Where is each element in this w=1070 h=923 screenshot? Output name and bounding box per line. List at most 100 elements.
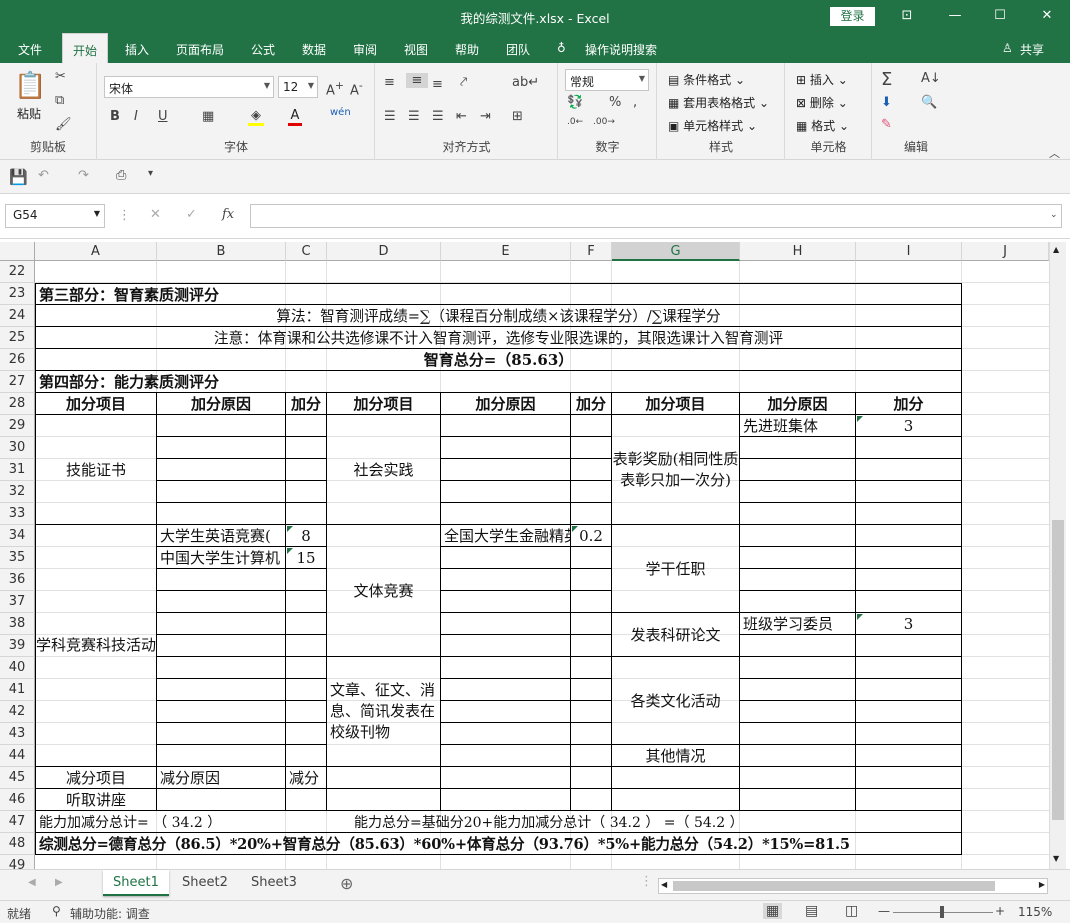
print-preview-icon[interactable]: ⎙: [116, 168, 126, 183]
empty-cell[interactable]: [157, 789, 286, 811]
row-header[interactable]: 40: [0, 657, 35, 679]
horizontal-scrollbar[interactable]: ◀ ▶: [658, 878, 1048, 894]
empty-cell[interactable]: [441, 569, 571, 591]
ribbon-display-icon[interactable]: ⊡: [894, 4, 920, 28]
empty-cell[interactable]: [286, 679, 327, 701]
italic-button[interactable]: I: [134, 109, 138, 124]
menu-data[interactable]: 数据: [302, 41, 326, 58]
decrease-decimal-icon[interactable]: .00→: [593, 117, 615, 127]
menu-team[interactable]: 团队: [506, 41, 530, 58]
skill-cert-cell[interactable]: 技能证书: [35, 415, 157, 525]
add-sheet-icon[interactable]: ⊕: [340, 874, 353, 893]
zoom-out-icon[interactable]: —: [878, 904, 890, 918]
empty-cell[interactable]: [856, 481, 962, 503]
font-color-icon[interactable]: A: [288, 108, 302, 126]
empty-cell[interactable]: [571, 547, 612, 569]
wrap-text-icon[interactable]: ab↵: [512, 75, 539, 90]
cadre-reason-cell[interactable]: 班级学习委员: [740, 613, 856, 635]
number-format-select[interactable]: 常规 ▼: [565, 69, 649, 91]
empty-cell[interactable]: [441, 723, 571, 745]
empty-cell[interactable]: [856, 569, 962, 591]
minimize-icon[interactable]: —: [942, 4, 968, 28]
menu-insert[interactable]: 插入: [125, 41, 149, 58]
font-name-select[interactable]: 宋体 ▼: [104, 76, 274, 98]
row-header[interactable]: 48: [0, 833, 35, 855]
tab-next-icon[interactable]: ▶: [55, 877, 63, 888]
row-header[interactable]: 25: [0, 327, 35, 349]
comment-indicator-icon[interactable]: [857, 614, 863, 620]
align-bottom-icon[interactable]: ≡: [432, 77, 443, 92]
empty-cell[interactable]: [571, 459, 612, 481]
row-header[interactable]: 39: [0, 635, 35, 657]
empty-cell[interactable]: [286, 745, 327, 767]
deduct-cell[interactable]: 减分: [286, 767, 327, 789]
name-box[interactable]: G54 ▼: [5, 204, 105, 228]
social-practice-cell[interactable]: 社会实践: [327, 415, 441, 525]
empty-cell[interactable]: [441, 547, 571, 569]
comment-indicator-icon[interactable]: [287, 526, 293, 532]
header-reason[interactable]: 加分原因: [441, 393, 571, 415]
worksheet-grid[interactable]: ABCDEFGHIJ 22 23 24 25 26 27 28 29 30 31 32 33 34 35 3…: [0, 239, 1070, 877]
empty-cell[interactable]: [740, 635, 856, 657]
empty-cell[interactable]: [441, 679, 571, 701]
enter-icon[interactable]: ✓: [186, 207, 197, 222]
copy-icon[interactable]: ⧉: [55, 93, 64, 108]
empty-cell[interactable]: [740, 789, 856, 811]
comp2-cell[interactable]: 中国大学生计算机: [157, 547, 286, 569]
empty-cell[interactable]: [441, 481, 571, 503]
row-header[interactable]: 35: [0, 547, 35, 569]
collapse-ribbon-icon[interactable]: ︿: [1049, 145, 1060, 161]
deduct-reason-cell[interactable]: 减分原因: [157, 767, 286, 789]
section-three-title[interactable]: 第三部分：智育素质测评分: [35, 283, 962, 305]
hscroll-thumb[interactable]: [673, 881, 995, 891]
empty-cell[interactable]: [740, 591, 856, 613]
select-all-corner[interactable]: [0, 242, 35, 261]
comma-icon[interactable]: ,: [633, 95, 637, 110]
section-four-title[interactable]: 第四部分：能力素质测评分: [35, 371, 962, 393]
empty-cell[interactable]: [740, 459, 856, 481]
empty-cell[interactable]: [856, 789, 962, 811]
empty-cell[interactable]: [856, 547, 962, 569]
zoom-level[interactable]: 115%: [1018, 905, 1052, 919]
align-middle-icon[interactable]: ≡: [406, 73, 428, 88]
increase-indent-icon[interactable]: ⇥: [480, 109, 491, 124]
empty-cell[interactable]: [157, 723, 286, 745]
empty-cell[interactable]: [441, 415, 571, 437]
algorithm-row[interactable]: 算法：智育测评成绩=∑（课程百分制成绩×该课程学分）/∑课程学分: [35, 305, 962, 327]
empty-cell[interactable]: [286, 437, 327, 459]
sort-filter-icon[interactable]: A↓: [921, 71, 941, 86]
competition-cell[interactable]: 学科竞赛科技活动: [35, 525, 157, 767]
empty-cell[interactable]: [571, 701, 612, 723]
empty-cell[interactable]: [571, 723, 612, 745]
border-icon[interactable]: ▦: [202, 109, 214, 124]
empty-cell[interactable]: [157, 613, 286, 635]
cultural-cell[interactable]: 各类文化活动: [612, 657, 740, 745]
status-accessibility[interactable]: 辅助功能: 调查: [70, 905, 150, 922]
formula-input[interactable]: [250, 204, 1062, 228]
cadre-cell[interactable]: 学干任职: [612, 525, 740, 613]
empty-cell[interactable]: [286, 481, 327, 503]
decrease-font-icon[interactable]: A-: [350, 79, 363, 98]
menu-review[interactable]: 审阅: [353, 41, 377, 58]
format-painter-icon[interactable]: 🖌: [55, 117, 72, 132]
row-header[interactable]: 22: [0, 261, 35, 283]
page-break-view-icon[interactable]: ◫: [845, 903, 858, 919]
empty-cell[interactable]: [441, 437, 571, 459]
vertical-scrollbar[interactable]: ▲ ▼: [1049, 242, 1066, 869]
delete-cells-button[interactable]: ⊠ 删除 ⌄: [796, 94, 848, 111]
fill-icon[interactable]: ⬇: [881, 95, 892, 110]
expand-formula-icon[interactable]: ⌄: [1050, 210, 1058, 220]
honor-score-cell[interactable]: 3: [856, 415, 962, 437]
row-header[interactable]: 47: [0, 811, 35, 833]
ability-total-row[interactable]: 能力加减分总计= （ 34.2 ） 能力总分=基础分20+能力加减分总计（ 34.…: [35, 811, 962, 833]
empty-cell[interactable]: [441, 503, 571, 525]
normal-view-icon[interactable]: ▦: [763, 903, 783, 919]
header-reason[interactable]: 加分原因: [157, 393, 286, 415]
header-score[interactable]: 加分: [571, 393, 612, 415]
increase-font-icon[interactable]: A+: [326, 79, 344, 98]
font-size-select[interactable]: 12 ▼: [278, 76, 318, 98]
column-header-j[interactable]: J: [962, 242, 1049, 261]
tab-sheet2[interactable]: Sheet2: [172, 870, 238, 896]
empty-cell[interactable]: [157, 503, 286, 525]
empty-cell[interactable]: [286, 415, 327, 437]
